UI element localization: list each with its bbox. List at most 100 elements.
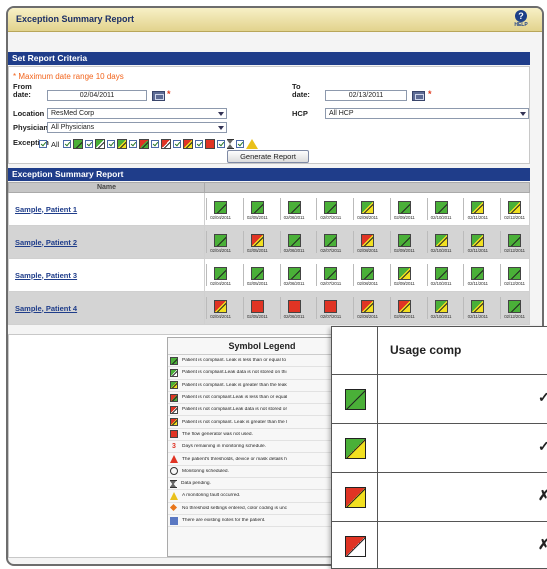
filter-checkbox-red-white[interactable] bbox=[151, 140, 160, 148]
compliance-status-icon bbox=[397, 201, 411, 214]
day-cell[interactable]: 02/04/2011 bbox=[206, 297, 234, 319]
legend-item-text: There are existing notes for the patient… bbox=[182, 518, 266, 523]
compliance-status-icon bbox=[361, 300, 374, 313]
compliance-status-icon bbox=[397, 267, 411, 280]
cross-mark-icon: ✗ bbox=[538, 487, 547, 504]
day-cell[interactable]: 02/10/2011 bbox=[426, 231, 455, 253]
day-cell[interactable]: 02/11/2011 bbox=[463, 198, 491, 220]
compliance-status-icon bbox=[250, 234, 264, 247]
day-cell[interactable]: 02/05/2011 bbox=[242, 264, 271, 286]
day-cell[interactable]: 02/07/2011 bbox=[316, 198, 344, 220]
day-date: 02/07/2011 bbox=[320, 281, 342, 286]
filter-checkbox-green[interactable] bbox=[63, 140, 72, 148]
usage-compliance-popup: Usage comp ✓ ✓ ✗ ✗ bbox=[331, 326, 547, 569]
day-cell[interactable]: 02/10/2011 bbox=[426, 264, 455, 286]
day-cell[interactable]: 02/06/2011 bbox=[279, 231, 308, 253]
day-cell[interactable]: 02/10/2011 bbox=[426, 297, 455, 319]
legend-item: Patient is compliant. Leak is less than … bbox=[168, 355, 356, 368]
day-cell[interactable]: 02/08/2011 bbox=[353, 264, 381, 286]
from-calendar-icon[interactable] bbox=[152, 91, 165, 101]
day-date: 02/09/2011 bbox=[393, 314, 415, 319]
day-cell[interactable]: 02/09/2011 bbox=[389, 264, 418, 286]
day-cell[interactable]: 02/08/2011 bbox=[353, 198, 381, 220]
patient-link[interactable]: Sample, Patient 2 bbox=[15, 238, 77, 247]
all-checkbox[interactable] bbox=[39, 140, 47, 148]
name-column-header: Name bbox=[8, 182, 205, 193]
location-select[interactable]: ResMed Corp bbox=[47, 108, 227, 119]
legend-item-text: Patient is compliant. Leak is less than … bbox=[182, 358, 286, 364]
help-button[interactable]: ? HELP bbox=[510, 10, 532, 28]
day-cell[interactable]: 02/09/2011 bbox=[389, 297, 418, 319]
report-table: Name Sample, Patient 1 02/04/2011 02/05/20… bbox=[8, 182, 530, 325]
filter-checkbox-red-yellow[interactable] bbox=[173, 140, 182, 148]
day-cell[interactable]: 02/09/2011 bbox=[389, 231, 418, 253]
compliance-status-icon bbox=[508, 267, 521, 280]
day-cell[interactable]: 02/07/2011 bbox=[316, 297, 344, 319]
compliance-status-icon bbox=[434, 300, 448, 313]
day-cell[interactable]: 02/04/2011 bbox=[206, 231, 234, 253]
day-cell[interactable]: 02/06/2011 bbox=[279, 264, 308, 286]
compliance-status-icon bbox=[508, 201, 521, 214]
generate-report-button[interactable]: Generate Report bbox=[227, 150, 309, 163]
compliance-status-icon bbox=[361, 267, 374, 280]
patient-link[interactable]: Sample, Patient 4 bbox=[15, 304, 77, 313]
day-cell[interactable]: 02/12/2011 bbox=[500, 264, 528, 286]
day-date: 02/10/2011 bbox=[430, 281, 452, 286]
popup-header-text: Usage comp bbox=[390, 343, 462, 357]
day-date: 02/07/2011 bbox=[320, 314, 342, 319]
compliance-status-icon bbox=[361, 234, 374, 247]
hourglass-icon bbox=[170, 479, 177, 488]
filter-checkbox-fault[interactable] bbox=[236, 140, 245, 148]
patient-link[interactable]: Sample, Patient 3 bbox=[15, 271, 77, 280]
compliance-status-icon bbox=[434, 234, 448, 247]
day-cell[interactable]: 02/08/2011 bbox=[353, 231, 381, 253]
day-cell[interactable]: 02/05/2011 bbox=[242, 198, 271, 220]
day-date: 02/12/2011 bbox=[504, 215, 525, 220]
to-calendar-icon[interactable] bbox=[412, 91, 425, 101]
table-row: Sample, Patient 4 02/04/2011 02/05/2011 02/… bbox=[8, 291, 530, 325]
day-date: 02/08/2011 bbox=[357, 248, 378, 253]
day-date: 02/07/2011 bbox=[320, 215, 342, 220]
legend-item: A monitoring fault occurred. bbox=[168, 490, 356, 503]
hcp-select[interactable]: All HCP bbox=[325, 108, 529, 119]
day-cell[interactable]: 02/07/2011 bbox=[316, 231, 344, 253]
day-cell[interactable]: 02/12/2011 bbox=[500, 231, 528, 253]
day-cell[interactable]: 02/04/2011 bbox=[206, 198, 234, 220]
patient-link[interactable]: Sample, Patient 1 bbox=[15, 205, 77, 214]
compliance-status-icon bbox=[324, 201, 338, 214]
day-cell[interactable]: 02/11/2011 bbox=[463, 231, 491, 253]
legend-item-text: Days remaining in monitoring schedule. bbox=[182, 444, 266, 450]
filter-checkbox-red-green[interactable] bbox=[129, 140, 138, 148]
day-cell[interactable]: 02/11/2011 bbox=[463, 264, 491, 286]
day-cell[interactable]: 02/12/2011 bbox=[500, 198, 528, 220]
day-cell[interactable]: 02/05/2011 bbox=[242, 231, 271, 253]
day-date: 02/10/2011 bbox=[430, 314, 452, 319]
day-cell[interactable]: 02/05/2011 bbox=[242, 297, 271, 319]
day-cell[interactable]: 02/07/2011 bbox=[316, 264, 344, 286]
compliant-high-leak-icon bbox=[117, 139, 128, 149]
compliance-status-icon bbox=[397, 234, 411, 247]
day-cell[interactable]: 02/08/2011 bbox=[353, 297, 381, 319]
noncompliant-no-leak-data-icon bbox=[170, 405, 178, 414]
day-cell[interactable]: 02/09/2011 bbox=[389, 198, 418, 220]
from-date-input[interactable]: 02/04/2011 bbox=[47, 90, 147, 101]
daily-status-strip: 02/04/2011 02/05/2011 02/06/2011 02/07/2011… bbox=[205, 231, 529, 253]
legend-item: Patient is compliant. Leak is greater th… bbox=[168, 380, 356, 392]
filter-checkbox-red[interactable] bbox=[195, 140, 204, 148]
to-date-input[interactable]: 02/13/2011 bbox=[325, 90, 407, 101]
compliance-status-icon bbox=[250, 300, 264, 313]
day-cell[interactable]: 02/06/2011 bbox=[279, 198, 308, 220]
day-cell[interactable]: 02/11/2011 bbox=[463, 297, 491, 319]
day-cell[interactable]: 02/04/2011 bbox=[206, 264, 234, 286]
physician-select[interactable]: All Physicians bbox=[47, 122, 227, 133]
to-required-mark: * bbox=[428, 89, 432, 99]
day-date: 02/08/2011 bbox=[357, 314, 378, 319]
filter-checkbox-green-yellow[interactable] bbox=[107, 140, 116, 148]
compliance-status-icon bbox=[214, 300, 227, 313]
day-cell[interactable]: 02/12/2011 bbox=[500, 297, 528, 319]
filter-checkbox-green-white[interactable] bbox=[85, 140, 94, 148]
filter-checkbox-pending[interactable] bbox=[217, 140, 226, 148]
day-date: 02/12/2011 bbox=[504, 248, 525, 253]
day-cell[interactable]: 02/06/2011 bbox=[279, 297, 308, 319]
day-cell[interactable]: 02/10/2011 bbox=[426, 198, 455, 220]
